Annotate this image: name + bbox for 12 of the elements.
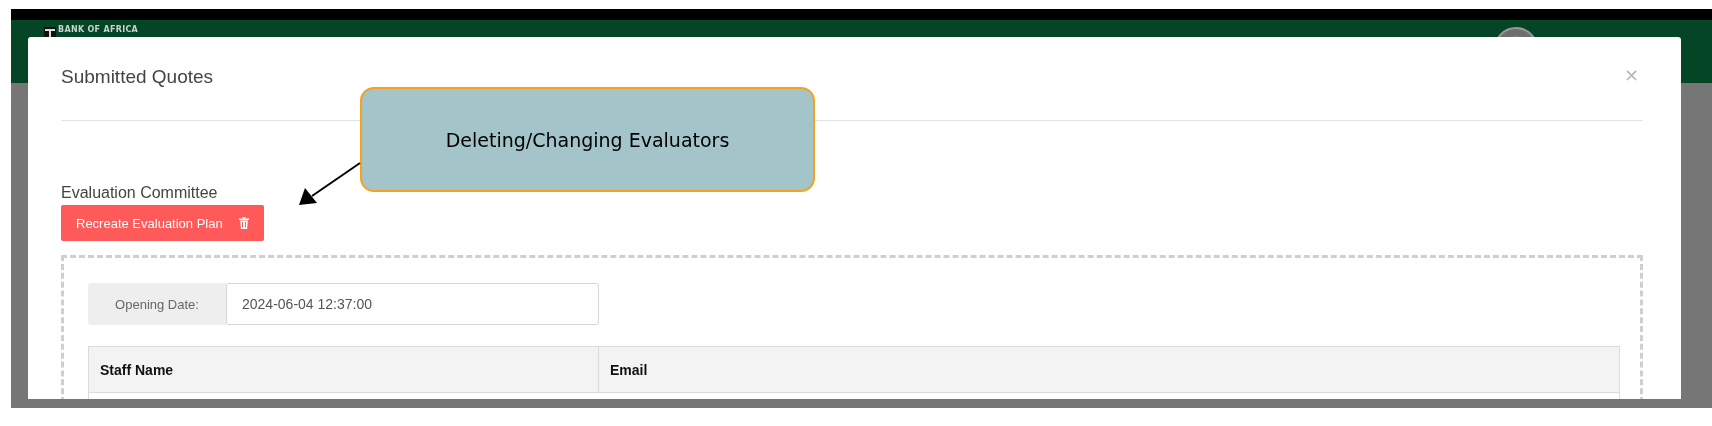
modal-title: Submitted Quotes [61, 65, 214, 88]
column-header: Email [609, 360, 648, 380]
close-button[interactable]: × [1619, 64, 1643, 85]
opening-date-field[interactable]: 2024-06-04 12:37:00 [226, 283, 599, 325]
annotation-callout: Deleting/Changing Evaluators [360, 87, 815, 192]
logo-text: BANK OF AFRICA [58, 25, 139, 34]
annotation-arrow [299, 162, 361, 205]
column-header: Staff Name [89, 347, 599, 392]
section-title: Evaluation Committee [61, 184, 219, 202]
trash-icon [238, 217, 249, 229]
recreate-plan-button[interactable]: Recreate Evaluation Plan [61, 205, 264, 241]
opening-date-label: Opening Date: [88, 283, 226, 325]
